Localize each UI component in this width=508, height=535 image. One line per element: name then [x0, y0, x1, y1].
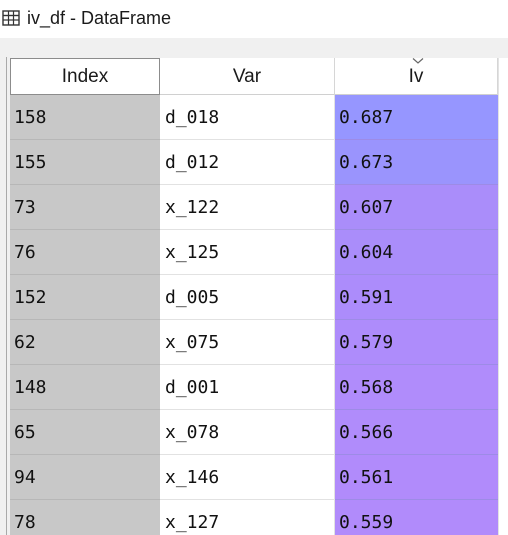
- column-header-index[interactable]: Index: [10, 58, 160, 95]
- cell-iv[interactable]: 0.566: [335, 410, 498, 455]
- dataframe-grid: Index Var Iv 158 d_018 0.687 155 d_012 0.673 7…: [10, 58, 498, 535]
- table-row[interactable]: 155 d_012 0.673: [10, 140, 498, 185]
- column-header-var[interactable]: Var: [160, 58, 335, 95]
- cell-var[interactable]: d_018: [160, 95, 335, 140]
- cell-iv[interactable]: 0.591: [335, 275, 498, 320]
- cell-var[interactable]: x_146: [160, 455, 335, 500]
- cell-iv[interactable]: 0.568: [335, 365, 498, 410]
- cell-index[interactable]: 158: [10, 95, 160, 140]
- table-row[interactable]: 152 d_005 0.591: [10, 275, 498, 320]
- cell-var[interactable]: d_012: [160, 140, 335, 185]
- table-row[interactable]: 78 x_127 0.559: [10, 500, 498, 535]
- cell-index[interactable]: 152: [10, 275, 160, 320]
- window-titlebar: iv_df - DataFrame: [0, 0, 508, 38]
- window-title: iv_df - DataFrame: [27, 8, 172, 28]
- chevron-down-icon[interactable]: [412, 58, 424, 65]
- cell-var[interactable]: x_125: [160, 230, 335, 275]
- cell-iv[interactable]: 0.673: [335, 140, 498, 185]
- table-row[interactable]: 158 d_018 0.687: [10, 95, 498, 140]
- frame-divider: [6, 57, 7, 535]
- cell-iv[interactable]: 0.607: [335, 185, 498, 230]
- cell-index[interactable]: 78: [10, 500, 160, 535]
- cell-index[interactable]: 73: [10, 185, 160, 230]
- table-row[interactable]: 73 x_122 0.607: [10, 185, 498, 230]
- vertical-scrollbar[interactable]: [498, 58, 508, 535]
- cell-index[interactable]: 62: [10, 320, 160, 365]
- table-row[interactable]: 148 d_001 0.568: [10, 365, 498, 410]
- cell-index[interactable]: 148: [10, 365, 160, 410]
- cell-index[interactable]: 76: [10, 230, 160, 275]
- cell-var[interactable]: x_127: [160, 500, 335, 535]
- cell-iv[interactable]: 0.687: [335, 95, 498, 140]
- table-row[interactable]: 76 x_125 0.604: [10, 230, 498, 275]
- table-row[interactable]: 62 x_075 0.579: [10, 320, 498, 365]
- table-row[interactable]: 65 x_078 0.566: [10, 410, 498, 455]
- cell-iv[interactable]: 0.561: [335, 455, 498, 500]
- cell-var[interactable]: d_001: [160, 365, 335, 410]
- column-header-row: Index Var Iv: [10, 58, 498, 95]
- cell-var[interactable]: x_075: [160, 320, 335, 365]
- cell-index[interactable]: 94: [10, 455, 160, 500]
- cell-var[interactable]: x_122: [160, 185, 335, 230]
- cell-var[interactable]: x_078: [160, 410, 335, 455]
- cell-iv[interactable]: 0.559: [335, 500, 498, 535]
- cell-var[interactable]: d_005: [160, 275, 335, 320]
- cell-iv[interactable]: 0.579: [335, 320, 498, 365]
- cell-iv[interactable]: 0.604: [335, 230, 498, 275]
- cell-index[interactable]: 65: [10, 410, 160, 455]
- cell-index[interactable]: 155: [10, 140, 160, 185]
- table-grid-icon: [2, 10, 20, 26]
- table-row[interactable]: 94 x_146 0.561: [10, 455, 498, 500]
- toolbar-gap: [0, 38, 508, 57]
